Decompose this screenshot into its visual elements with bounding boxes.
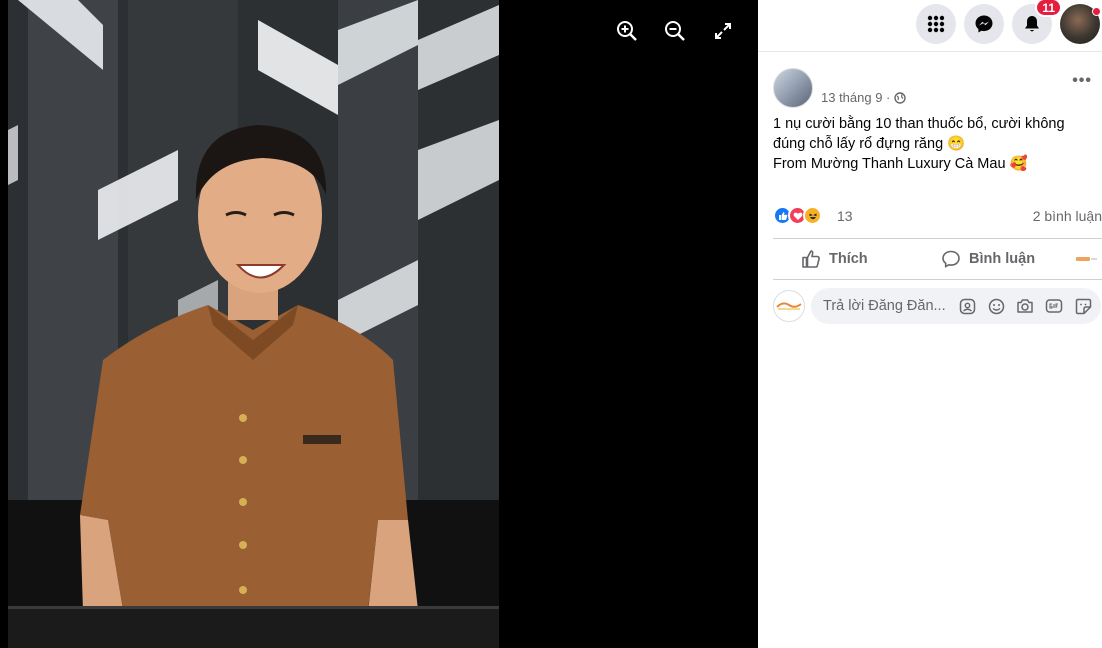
post-header: 13 tháng 9 · ••• — [773, 68, 1094, 112]
post-text-line: From Mường Thanh Luxury Cà Mau 🥰 — [773, 156, 1028, 172]
profile-avatar[interactable] — [1060, 4, 1101, 44]
author-avatar[interactable] — [773, 68, 813, 108]
post-text: 1 nụ cười bằng 10 than thuốc bổ, cười kh… — [773, 114, 1092, 174]
comment-composer: Trả lời Đăng Đăn... — [773, 288, 1102, 324]
thumbs-up-icon — [802, 250, 820, 268]
reaction-icons[interactable] — [773, 206, 822, 225]
page-identity-switcher[interactable] — [1076, 239, 1098, 279]
composer-icons — [957, 296, 1093, 316]
commenter-avatar[interactable] — [773, 290, 805, 322]
status-dot — [1092, 7, 1101, 16]
zoom-in-button[interactable] — [610, 14, 644, 48]
avatar-sticker-button[interactable] — [957, 296, 977, 316]
page-logo-icon — [776, 302, 802, 310]
comment-button[interactable]: Bình luận — [941, 239, 1035, 279]
messenger-icon — [975, 15, 993, 33]
notifications-button[interactable]: 11 — [1012, 0, 1062, 44]
comment-label: Bình luận — [969, 251, 1036, 267]
post-photo[interactable] — [8, 0, 499, 648]
menu-button[interactable] — [916, 4, 956, 44]
bell-icon — [1025, 16, 1039, 32]
post-text-line: 1 nụ cười bằng 10 than thuốc bổ, cười kh… — [773, 116, 1065, 132]
reply-placeholder: Trả lời Đăng Đăn... — [823, 298, 946, 314]
camera-icon — [1017, 299, 1033, 313]
reaction-count[interactable]: 13 — [837, 208, 853, 224]
reactions-summary: 13 2 bình luận — [773, 206, 1102, 228]
post-time-text: 13 tháng 9 · — [821, 90, 891, 105]
like-button[interactable]: Thích — [801, 239, 868, 279]
photo-illustration — [8, 0, 499, 648]
like-label: Thích — [829, 251, 868, 267]
gif-icon — [1045, 299, 1063, 313]
notification-badge: 11 — [1035, 0, 1062, 17]
sticker-icon — [1075, 298, 1091, 314]
comment-icon — [942, 250, 960, 268]
post-actions: Thích Bình luận — [773, 238, 1102, 280]
zoom-in-icon — [617, 21, 637, 41]
post-sidebar: 11 13 tháng 9 · ••• 1 nụ cười bằng 10 th… — [758, 0, 1102, 648]
fullscreen-button[interactable] — [706, 14, 740, 48]
comment-count[interactable]: 2 bình luận — [1033, 208, 1102, 224]
emoji-icon — [988, 298, 1004, 314]
reply-input[interactable]: Trả lời Đăng Đăn... — [811, 288, 1101, 324]
post-timestamp[interactable]: 13 tháng 9 · — [821, 90, 907, 105]
fullscreen-icon — [715, 23, 731, 39]
top-nav-bar: 11 — [758, 0, 1102, 52]
haha-reaction-icon — [803, 206, 822, 225]
messenger-button[interactable] — [964, 4, 1004, 44]
photo-toolbar — [610, 14, 740, 48]
photo-viewer — [0, 0, 758, 648]
menu-grid-icon — [927, 15, 945, 33]
gif-button[interactable] — [1044, 296, 1064, 316]
sticker-button[interactable] — [1073, 296, 1093, 316]
avatar-sticker-icon — [959, 298, 975, 314]
more-options-button[interactable]: ••• — [1072, 72, 1092, 90]
zoom-out-button[interactable] — [658, 14, 692, 48]
globe-icon — [894, 91, 907, 104]
zoom-out-icon — [665, 21, 685, 41]
page-logo-icon — [1076, 257, 1097, 261]
post-text-line: đúng chỗ lấy rổ đựng răng 😁 — [773, 136, 966, 152]
emoji-button[interactable] — [986, 296, 1006, 316]
camera-button[interactable] — [1015, 296, 1035, 316]
